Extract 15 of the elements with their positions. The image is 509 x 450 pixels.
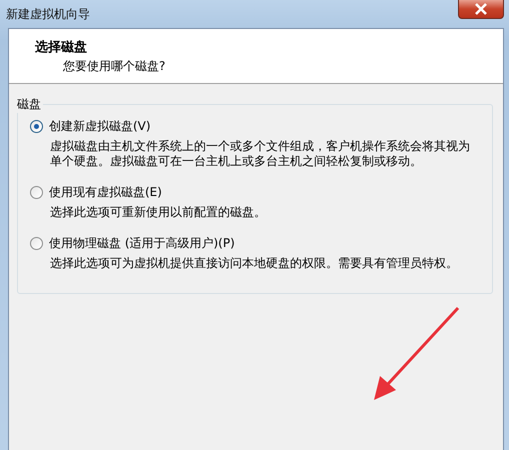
window-title: 新建虚拟机向导: [6, 6, 90, 22]
page-subtitle: 您要使用哪个磁盘?: [63, 58, 166, 75]
option-label[interactable]: 使用现有虚拟磁盘(E): [49, 184, 162, 200]
page-title: 选择磁盘: [35, 39, 88, 57]
radio-button[interactable]: [30, 120, 43, 132]
radio-button[interactable]: [30, 186, 43, 198]
close-button[interactable]: [458, 0, 504, 19]
option-description: 虚拟磁盘由主机文件系统上的一个或多个文件组成，客户机操作系统会将其视为单个硬盘。虚拟磁盘可在一台主机上或多台主机之间轻松复制或移动。: [50, 139, 471, 169]
group-label: 磁盘: [17, 95, 43, 113]
option-label[interactable]: 创建新虚拟磁盘(V): [49, 118, 151, 134]
option-description: 选择此选项可为虚拟机提供直接访问本地硬盘的权限。需要具有管理员特权。: [50, 256, 459, 271]
option-description: 选择此选项可重新使用以前配置的磁盘。: [50, 205, 267, 220]
close-icon: [474, 3, 488, 15]
radio-button[interactable]: [30, 236, 43, 250]
option-label[interactable]: 使用物理磁盘 (适用于高级用户)(P): [49, 234, 235, 252]
